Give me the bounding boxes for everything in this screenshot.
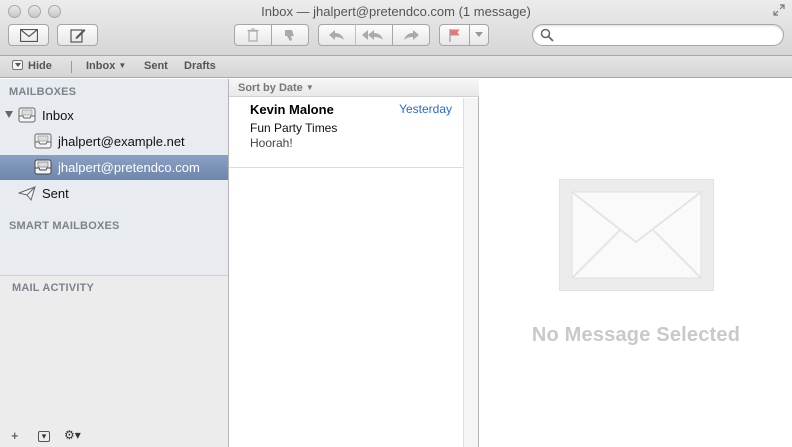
forward-icon [404,30,419,40]
mail-activity-header: MAIL ACTIVITY [12,282,95,294]
mailboxes-header: MAILBOXES [9,86,77,98]
favorite-inbox[interactable]: Inbox ▼ [86,60,126,72]
message-list: Sort by Date ▼ Kevin Malone Yesterday Fu… [229,79,479,447]
add-mailbox-button[interactable]: + [11,428,19,443]
fullscreen-icon[interactable] [772,4,786,18]
envelope-icon [19,28,38,42]
smart-mailboxes-header: SMART MAILBOXES [9,220,120,232]
chevron-down-icon [475,32,483,37]
sidebar-item-label: jhalpert@pretendco.com [58,160,200,175]
favorite-inbox-label: Inbox [86,60,116,72]
sidebar-item-account-example[interactable]: jhalpert@example.net [0,129,228,154]
sidebar-item-inbox[interactable]: Inbox [0,103,228,128]
message-subject: Fun Party Times [250,121,338,135]
get-mail-button[interactable] [8,24,49,46]
show-mail-activity-button[interactable]: ▾ [38,431,50,442]
hide-mailboxes-button[interactable]: Hide [12,60,52,72]
favorites-separator [71,61,72,73]
reply-button[interactable] [318,24,356,46]
junk-button[interactable] [271,24,309,46]
inbox-tray-icon [34,133,52,149]
sidebar-item-account-pretendco[interactable]: jhalpert@pretendco.com [0,155,228,180]
sort-label-text: Sort by Date [238,82,303,94]
reply-all-icon [362,30,383,40]
message-row[interactable]: Kevin Malone Yesterday Fun Party Times H… [229,98,464,168]
search-icon [540,28,554,42]
delete-button[interactable] [234,24,272,46]
sidebar-bottom-bar: + ▾ ⚙▾ [0,425,228,447]
hide-icon [12,60,23,70]
forward-button[interactable] [392,24,430,46]
chevron-down-icon: ▼ [118,61,127,70]
mailbox-sidebar: MAILBOXES Inbox jhalpert@example.net jha… [0,79,229,447]
sort-header[interactable]: Sort by Date ▼ [229,79,479,97]
sidebar-item-label: Sent [42,186,69,201]
sidebar-item-label: jhalpert@example.net [58,134,185,149]
paper-plane-icon [18,186,36,201]
message-viewer: No Message Selected [480,79,792,447]
message-preview: Hoorah! [250,136,293,150]
inbox-tray-icon [34,159,52,175]
trash-icon [247,28,259,42]
reply-icon [329,30,344,40]
mail-activity-panel: MAIL ACTIVITY + ▾ ⚙▾ [0,275,228,447]
sort-label: Sort by Date ▼ [238,82,314,94]
inbox-tray-icon [18,107,36,123]
favorite-drafts[interactable]: Drafts [184,60,216,72]
chevron-down-icon: ▼ [305,83,314,92]
disclosure-triangle-icon[interactable] [5,111,13,118]
compose-button[interactable] [57,24,98,46]
gear-icon[interactable]: ⚙▾ [64,428,81,442]
thumbs-down-icon [285,30,294,41]
flag-icon [448,29,459,42]
flag-button[interactable] [439,24,470,46]
search-input[interactable] [555,27,777,43]
search-field[interactable] [532,24,784,46]
favorite-sent[interactable]: Sent [144,60,168,72]
favorites-bar: Hide Inbox ▼ Sent Drafts [0,56,792,78]
flag-menu-button[interactable] [469,24,489,46]
no-message-selected-label: No Message Selected [531,324,741,346]
message-sender: Kevin Malone [250,102,334,117]
compose-icon [69,28,85,43]
message-list-scrollbar[interactable] [463,98,478,447]
reply-all-button[interactable] [355,24,393,46]
message-date: Yesterday [399,102,452,116]
no-message-envelope-icon [559,179,714,291]
window-title: Inbox — jhalpert@pretendco.com (1 messag… [261,4,531,19]
sidebar-item-sent[interactable]: Sent [0,181,228,206]
sidebar-item-label: Inbox [42,108,74,123]
window-toolbar: Inbox — jhalpert@pretendco.com (1 messag… [0,0,792,56]
hide-label: Hide [28,60,52,72]
